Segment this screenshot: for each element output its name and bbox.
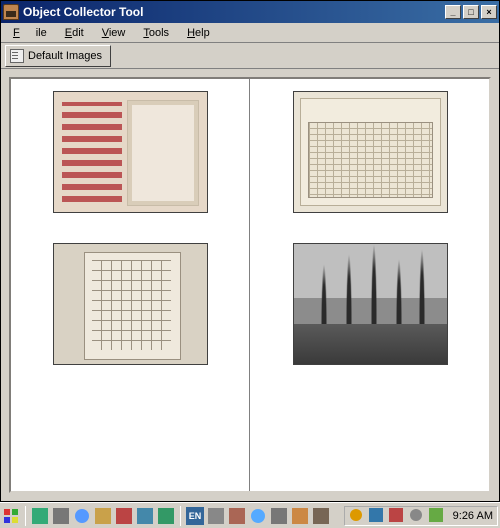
taskbar-icon[interactable] <box>31 507 49 525</box>
taskbar-icon[interactable] <box>136 507 154 525</box>
system-tray: 9:26 AM <box>344 506 498 526</box>
left-pane <box>11 79 249 491</box>
menu-file[interactable]: File <box>5 25 55 41</box>
menu-edit[interactable]: Edit <box>57 25 92 41</box>
taskbar-icon[interactable] <box>270 507 288 525</box>
window-title: Object Collector Tool <box>23 5 143 19</box>
menu-view[interactable]: View <box>94 25 134 41</box>
menubar: File Edit View Tools Help <box>1 23 499 43</box>
menu-tools[interactable]: Tools <box>135 25 177 41</box>
toolbar: Default Images <box>1 43 499 69</box>
titlebar[interactable]: Object Collector Tool _ □ × <box>1 1 499 23</box>
clock[interactable]: 9:26 AM <box>449 510 493 522</box>
close-button[interactable]: × <box>481 5 497 19</box>
taskbar[interactable]: EN 9:26 AM <box>0 502 500 528</box>
thumbnail[interactable] <box>53 91 208 213</box>
thumbnail-panel <box>9 77 491 493</box>
menu-help[interactable]: Help <box>179 25 218 41</box>
app-window: Object Collector Tool _ □ × File Edit Vi… <box>0 0 500 502</box>
tray-icon[interactable] <box>349 508 365 524</box>
language-indicator[interactable]: EN <box>186 507 204 525</box>
taskbar-icon[interactable] <box>115 507 133 525</box>
thumbnail[interactable] <box>293 91 448 213</box>
start-button[interactable] <box>2 507 20 525</box>
taskbar-icon[interactable] <box>249 507 267 525</box>
list-icon <box>10 49 24 63</box>
minimize-button[interactable]: _ <box>445 5 461 19</box>
app-icon <box>3 4 19 20</box>
taskbar-icon[interactable] <box>157 507 175 525</box>
taskbar-icon[interactable] <box>228 507 246 525</box>
tray-icon[interactable] <box>369 508 385 524</box>
tray-icon[interactable] <box>429 508 445 524</box>
taskbar-icon[interactable] <box>312 507 330 525</box>
taskbar-icon[interactable] <box>291 507 309 525</box>
thumbnail[interactable] <box>293 243 448 365</box>
tray-icon[interactable] <box>389 508 405 524</box>
thumbnail[interactable] <box>53 243 208 365</box>
maximize-button[interactable]: □ <box>463 5 479 19</box>
right-pane <box>251 79 489 491</box>
taskbar-icon[interactable] <box>207 507 225 525</box>
default-images-label: Default Images <box>28 50 102 62</box>
taskbar-icon[interactable] <box>73 507 91 525</box>
default-images-button[interactable]: Default Images <box>5 45 111 67</box>
taskbar-icon[interactable] <box>94 507 112 525</box>
tray-icon[interactable] <box>409 508 425 524</box>
taskbar-icon[interactable] <box>52 507 70 525</box>
content-area <box>1 69 499 501</box>
